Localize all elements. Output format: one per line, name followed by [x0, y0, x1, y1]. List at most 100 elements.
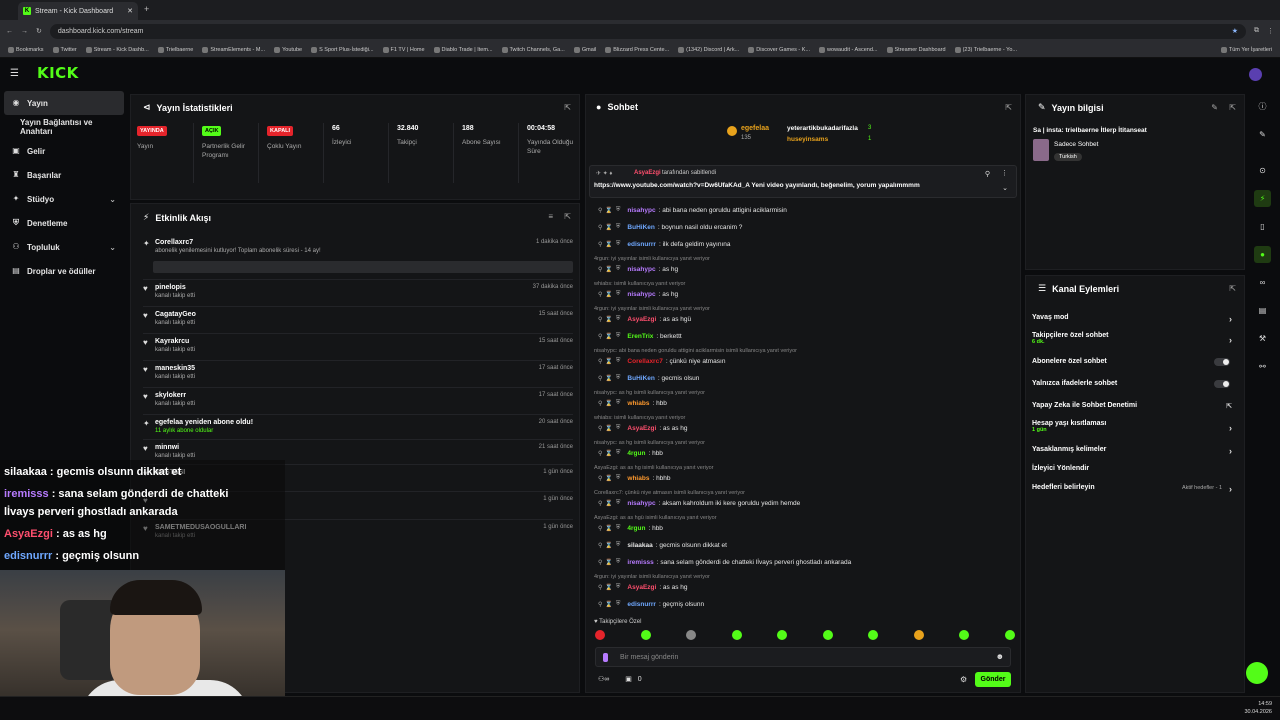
- timeout-icon[interactable]: ⌛: [605, 375, 612, 382]
- pin-icon[interactable]: ⚲: [598, 601, 602, 608]
- timeout-icon[interactable]: ⌛: [605, 333, 612, 340]
- pin-icon[interactable]: ⚲: [598, 450, 602, 457]
- channel-action-row[interactable]: Yasaklanmış kelimeler ›: [1032, 446, 1236, 456]
- pin-icon[interactable]: ⚲: [598, 584, 602, 591]
- chat-username[interactable]: nisahypc: [627, 291, 655, 298]
- pin-icon[interactable]: ⚲: [598, 525, 602, 532]
- sidebar-item-droplar[interactable]: ▤ Droplar ve ödüller: [0, 259, 128, 283]
- tab-close-icon[interactable]: ✕: [127, 7, 133, 15]
- chat-username[interactable]: nisahypc: [627, 500, 655, 507]
- channel-action-row[interactable]: Hesap yaşı kısıtlaması 1 gün ›: [1032, 420, 1236, 433]
- unpin-icon[interactable]: ⚲: [985, 170, 990, 178]
- pen-icon[interactable]: ✎: [1254, 126, 1271, 143]
- chat-username[interactable]: AsyaEzgi: [627, 316, 656, 323]
- top-user-name[interactable]: huseyinsams: [787, 136, 828, 143]
- timeout-icon[interactable]: ⌛: [605, 316, 612, 323]
- gear-icon[interactable]: ⚙: [960, 675, 967, 684]
- timeout-icon[interactable]: ⌛: [605, 601, 612, 608]
- ban-icon[interactable]: ⛨: [616, 375, 621, 382]
- emote-icon[interactable]: [731, 630, 742, 640]
- ban-icon[interactable]: ⛨: [616, 500, 621, 507]
- chat-input[interactable]: Bir mesaj gönderin ☻: [595, 647, 1011, 667]
- timeout-icon[interactable]: ⌛: [605, 475, 612, 482]
- chat-message[interactable]: ⚲ ⌛ ⛨ nisahypc: abi bana neden goruldu atti…: [598, 207, 787, 214]
- ban-icon[interactable]: ⛨: [616, 333, 621, 340]
- chat-message[interactable]: ⚲ ⌛ ⛨ nisahypc: aksam kahroldum iki kere go…: [598, 500, 800, 507]
- chat-message[interactable]: ⚲ ⌛ ⛨ AsyaEzgi: as as hg: [598, 584, 688, 591]
- channel-action-row[interactable]: Yavaş mod ›: [1032, 314, 1236, 324]
- bookmark-item[interactable]: Youtube: [274, 46, 302, 53]
- popout-icon[interactable]: ⇱: [1005, 103, 1012, 112]
- bookmark-item[interactable]: Twitter: [52, 46, 77, 53]
- chat-support-button[interactable]: [1246, 662, 1268, 684]
- pin-icon[interactable]: ⚲: [598, 241, 602, 248]
- url-field[interactable]: dashboard.kick.com/stream ★: [49, 23, 1246, 39]
- emote-icon[interactable]: [822, 630, 833, 640]
- emote-icon[interactable]: [595, 630, 605, 640]
- info-icon[interactable]: ⓘ: [1254, 98, 1271, 115]
- channel-action-row[interactable]: İzleyici Yönlendir: [1032, 465, 1236, 472]
- pin-icon[interactable]: ⚲: [598, 224, 602, 231]
- link-icon[interactable]: ∞: [1254, 274, 1271, 291]
- chat-message[interactable]: ⚲ ⌛ ⛨ 4rgun: hbb: [598, 525, 663, 532]
- chat-message[interactable]: ⚲ ⌛ ⛨ BuHiKen: gecmis olsun: [598, 375, 699, 382]
- sidebar-item-denetleme[interactable]: ⛨ Denetleme: [0, 211, 128, 235]
- chat-username[interactable]: nisahypc: [627, 266, 655, 273]
- chat-message[interactable]: ⚲ ⌛ ⛨ edisnurrr: geçmiş olsunn: [598, 601, 704, 608]
- chat-username[interactable]: ErenTrix: [627, 333, 653, 340]
- timeout-icon[interactable]: ⌛: [605, 400, 612, 407]
- chevron-right-icon[interactable]: ›: [1229, 314, 1232, 324]
- chat-message[interactable]: ⚲ ⌛ ⛨ nisahypc: as hg: [598, 291, 678, 298]
- chat-message[interactable]: ⚲ ⌛ ⛨ silaakaa: gecmis olsunn dikkat et: [598, 542, 727, 549]
- top-user-name[interactable]: yeterartikbukadarifazla: [787, 125, 858, 132]
- sidebar-item-yayin[interactable]: ◉ Yayın: [4, 91, 124, 115]
- ban-icon[interactable]: ⛨: [616, 207, 621, 214]
- bookmark-item[interactable]: Discover Games - K...: [748, 46, 810, 53]
- bookmark-item[interactable]: Trielbaerne: [157, 46, 193, 53]
- pin-icon[interactable]: ⚲: [598, 559, 602, 566]
- new-tab-icon[interactable]: +: [144, 4, 149, 14]
- ban-icon[interactable]: ⛨: [616, 358, 621, 365]
- chat-message[interactable]: ⚲ ⌛ ⛨ Corellaxrc7: çünkü niye atmasın: [598, 358, 725, 365]
- sidebar-item-topluluk[interactable]: ⚇ Topluluk ⌄: [0, 235, 128, 259]
- timeout-icon[interactable]: ⌛: [605, 358, 612, 365]
- popout-icon[interactable]: ⇱: [1229, 284, 1236, 293]
- chevron-right-icon[interactable]: ›: [1229, 484, 1232, 494]
- chat-username[interactable]: AsyaEzgi: [627, 425, 656, 432]
- lightning-icon[interactable]: ⚡: [1254, 190, 1271, 207]
- chevron-right-icon[interactable]: ›: [1229, 335, 1232, 345]
- edit-icon[interactable]: ✎: [1211, 103, 1218, 112]
- bookmark-item[interactable]: Gmail: [573, 46, 596, 53]
- timeout-icon[interactable]: ⌛: [605, 450, 612, 457]
- forward-icon[interactable]: →: [21, 28, 28, 35]
- bookmark-item[interactable]: wowaudit - Ascend...: [819, 46, 878, 53]
- bookmark-item[interactable]: Bookmarks: [8, 46, 44, 53]
- chat-icon[interactable]: ●: [1254, 246, 1271, 263]
- avatar[interactable]: [1249, 68, 1262, 81]
- ban-icon[interactable]: ⛨: [616, 525, 621, 532]
- chat-message[interactable]: ⚲ ⌛ ⛨ ErenTrix: berkettt: [598, 333, 682, 340]
- pin-icon[interactable]: ⚲: [598, 475, 602, 482]
- extensions-icon[interactable]: ⧉: [1254, 27, 1259, 35]
- filter-icon[interactable]: ≡: [548, 212, 553, 221]
- ban-icon[interactable]: ⛨: [616, 316, 621, 323]
- chat-username[interactable]: whiabs: [627, 475, 649, 482]
- pin-icon[interactable]: ⚲: [598, 291, 602, 298]
- chat-username[interactable]: 4rgun: [627, 450, 645, 457]
- toggle-switch[interactable]: [1214, 380, 1230, 388]
- chevron-right-icon[interactable]: ›: [1229, 446, 1232, 456]
- hamburger-menu-icon[interactable]: ☰: [10, 68, 19, 79]
- chat-username[interactable]: edisnurrr: [627, 241, 656, 248]
- ban-icon[interactable]: ⛨: [616, 542, 621, 549]
- chat-username[interactable]: iremisss: [627, 559, 653, 566]
- chat-username[interactable]: edisnurrr: [627, 601, 656, 608]
- timeout-icon[interactable]: ⌛: [605, 207, 612, 214]
- send-button[interactable]: Gönder: [975, 672, 1011, 687]
- pin-icon[interactable]: ⚲: [598, 500, 602, 507]
- ban-icon[interactable]: ⛨: [616, 601, 621, 608]
- pinned-text[interactable]: https://www.youtube.com/watch?v=Dw6UfaKA…: [594, 182, 920, 189]
- chat-message[interactable]: ⚲ ⌛ ⛨ whiabs: hbb: [598, 400, 667, 407]
- ban-icon[interactable]: ⛨: [616, 475, 621, 482]
- channel-action-row[interactable]: Takipçilere özel sohbet 6 dk. ›: [1032, 332, 1236, 345]
- timeout-icon[interactable]: ⌛: [605, 584, 612, 591]
